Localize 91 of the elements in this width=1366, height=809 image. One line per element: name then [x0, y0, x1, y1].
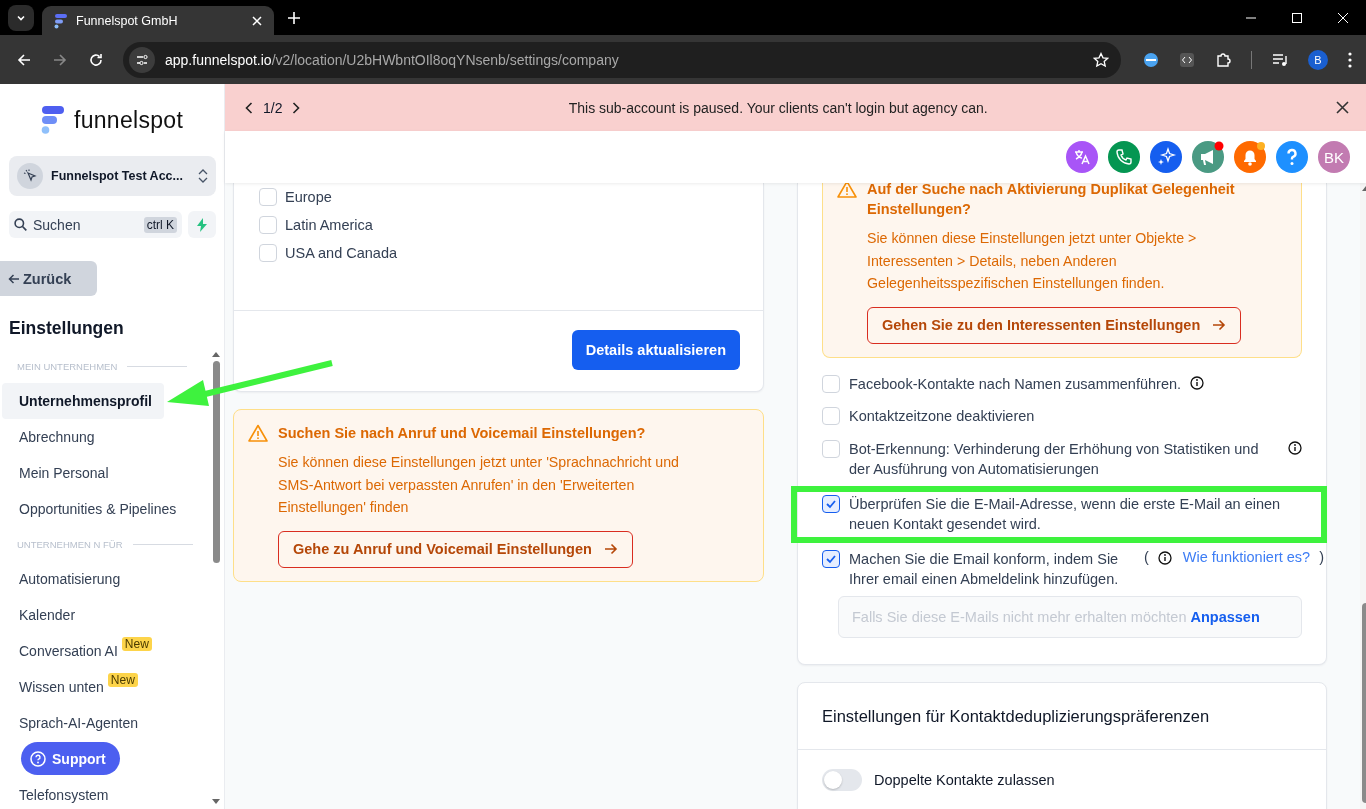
cursor-click-icon	[17, 163, 43, 189]
warning-icon	[248, 424, 268, 442]
update-details-button[interactable]: Details aktualisieren	[571, 330, 740, 370]
logo-text: funnelspot	[74, 106, 184, 134]
sidebar-item[interactable]: Automatisierung	[2, 561, 208, 597]
chevron-updown-icon	[198, 168, 208, 184]
sidebar-item[interactable]: Unternehmensprofil	[2, 383, 164, 419]
go-to-settings-button[interactable]: Gehe zu Anruf und Voicemail Einstellungen	[278, 530, 633, 568]
tab-title: Funnelspot GmbH	[76, 13, 179, 28]
checkbox-label: Latin America	[285, 217, 373, 233]
checkbox-label: Facebook-Kontakte nach Namen zusammenführen.	[849, 374, 1182, 394]
new-badge: New	[107, 673, 138, 687]
section-label: UNTERNEHMEN N FÜR	[17, 538, 123, 550]
callout-title: Suchen Sie nach Anruf und Voicemail Einstellungen?	[278, 424, 646, 443]
chevron-left-icon[interactable]	[245, 101, 253, 114]
sidebar-item[interactable]: Wissen unten New	[2, 669, 208, 705]
checkbox-label: Überprüfen Sie die E-Mail-Adresse, wenn die erste E-Mail an einen neuen Kontakt gesendet wird.	[849, 494, 1282, 534]
star-icon[interactable]	[1093, 51, 1109, 68]
checkbox-label: Bot-Erkennung: Verhinderung der Erhöhung von Statistiken und der Ausführung von Automatisierungen	[849, 439, 1260, 479]
back-button[interactable]: Zurück	[0, 261, 97, 296]
url-text: app.funnelspot.io/v2/location/U2bHWbntOIl8oqYNsenb/settings/company	[165, 51, 620, 68]
account-switcher[interactable]: Funnelspot Test Acc...	[9, 156, 216, 196]
checkbox-label: Kontaktzeitzone deaktivieren	[849, 407, 1035, 426]
scroll-down-icon[interactable]	[212, 799, 220, 805]
forward-icon[interactable]	[53, 52, 67, 67]
checkbox-label: Machen Sie die Email konform, indem Sie Ihrer email einen Abmeldelink hinzufügen.	[849, 549, 1120, 589]
scroll-up-icon[interactable]	[212, 351, 220, 357]
sidebar-heading: Einstellungen	[9, 318, 125, 339]
back-icon[interactable]	[17, 52, 31, 67]
parenthesis: )	[1319, 548, 1325, 565]
callout-text: Sie können diese Einstellungen jetzt unter Objekte > Interessenten > Details, neben Anderen Gelegenheitsspezifischen Einstellungen finden.	[867, 229, 1198, 293]
checkbox-label: USA and Canada	[285, 245, 398, 261]
phone-icon[interactable]	[1108, 141, 1140, 173]
help-icon[interactable]	[1276, 141, 1308, 173]
sidebar-item[interactable]: Sprach-AI-Agenten	[2, 705, 208, 741]
code-extension-icon[interactable]	[1179, 51, 1195, 68]
search-input[interactable]: Suchen	[33, 216, 138, 233]
sidebar-item[interactable]: Kalender	[2, 597, 208, 633]
new-tab-icon[interactable]	[288, 11, 300, 24]
info-icon[interactable]	[1157, 550, 1172, 565]
sidebar-item[interactable]: Abrechnung	[2, 419, 208, 455]
megaphone-icon[interactable]	[1192, 141, 1224, 173]
shortcut-hint: ctrl K	[143, 216, 177, 233]
go-to-settings-button[interactable]: Gehen Sie zu den Interessenten Einstellungen	[867, 306, 1242, 344]
chevron-right-icon[interactable]	[292, 101, 301, 114]
callout-title: Auf der Suche nach Aktivierung Duplikat Gelegenheit Einstellungen?	[867, 183, 1236, 219]
sidebar-item[interactable]: Conversation AI New	[2, 633, 208, 669]
banner-message: This sub-account is paused. Your clients can't login but agency can.	[567, 99, 989, 116]
extension-icon[interactable]	[1143, 51, 1159, 68]
close-icon[interactable]	[1336, 101, 1349, 114]
more-icon[interactable]	[1348, 51, 1352, 68]
tab-list-button[interactable]	[8, 4, 34, 31]
new-badge: New	[121, 637, 152, 651]
search-field[interactable]: Suchen ctrl K	[9, 211, 182, 238]
arrow-right-icon	[603, 543, 618, 555]
address-bar[interactable]: app.funnelspot.io/v2/location/U2bHWbntOIl8oqYNsenb/settings/company	[123, 41, 1121, 78]
parenthesis: (	[1144, 548, 1149, 565]
warning-icon	[837, 183, 857, 198]
pager-text: 1/2	[263, 99, 283, 116]
help-link[interactable]: Wie funktioniert es?	[1182, 548, 1311, 565]
card-title: Einstellungen für Kontaktdeduplizierungspräferenzen	[798, 682, 1326, 750]
checkbox-label: Europe	[285, 189, 332, 205]
site-settings-icon[interactable]	[129, 46, 155, 73]
translate-icon[interactable]	[1066, 141, 1098, 173]
bell-icon[interactable]	[1234, 141, 1266, 173]
puzzle-icon[interactable]	[1215, 51, 1231, 68]
maximize-icon[interactable]	[1292, 12, 1302, 23]
toggle-switch[interactable]	[822, 768, 862, 791]
profile-avatar[interactable]: B	[1308, 49, 1328, 70]
info-icon[interactable]	[1190, 375, 1205, 390]
sidebar-item[interactable]: Telefonsystem	[2, 777, 208, 809]
help-icon	[30, 750, 46, 767]
checkbox[interactable]	[822, 549, 840, 568]
info-icon[interactable]	[1288, 440, 1302, 455]
lightning-icon	[196, 217, 208, 232]
sparkles-icon[interactable]	[1150, 141, 1182, 173]
support-button[interactable]: Support	[21, 742, 120, 775]
arrow-left-icon	[8, 272, 20, 285]
reload-icon[interactable]	[89, 52, 103, 67]
sidebar-item[interactable]: Mein Personal	[2, 455, 208, 491]
section-label: MEIN UNTERNEHMEN	[17, 360, 118, 372]
sidebar-item[interactable]: Opportunities & Pipelines	[2, 491, 208, 527]
toggle-label: Doppelte Kontakte zulassen	[874, 771, 1055, 788]
media-queue-icon[interactable]	[1272, 51, 1288, 68]
funnelspot-logo-icon	[52, 12, 68, 29]
arrow-right-icon	[1212, 319, 1227, 331]
browser-tab[interactable]: Funnelspot GmbH	[42, 6, 274, 35]
callout-text: Sie können diese Einstellungen jetzt unter 'Sprachnachricht und SMS-Antwort bei verpassten Anrufen' in den 'Erweiterten Einstellungen' finden	[278, 453, 680, 517]
customize-link[interactable]: Anpassen	[1190, 608, 1260, 625]
checkbox[interactable]	[822, 494, 840, 513]
search-icon	[14, 218, 27, 231]
